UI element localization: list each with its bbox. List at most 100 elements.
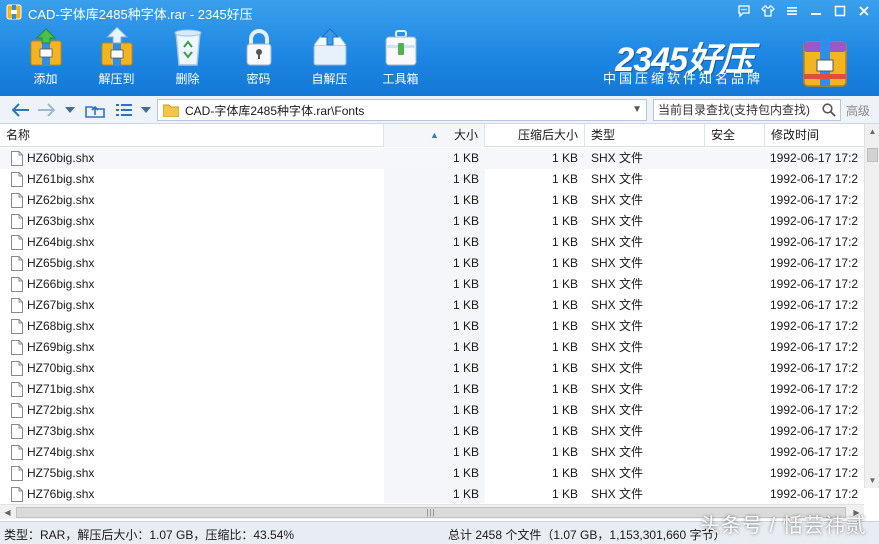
file-type: SHX 文件	[591, 151, 644, 165]
password-button[interactable]: 密码	[223, 26, 294, 90]
file-modified: 1992-06-17 17:2	[770, 361, 859, 375]
brand-logo-icon	[803, 38, 847, 87]
back-arrow-icon[interactable]	[10, 100, 32, 120]
file-modified: 1992-06-17 17:2	[770, 319, 859, 333]
file-row[interactable]: HZ70big.shx 1 KB 1 KB SHX 文件 1992-06-17 17:2	[0, 358, 864, 379]
file-name: HZ75big.shx	[27, 466, 95, 480]
file-row[interactable]: HZ62big.shx 1 KB 1 KB SHX 文件 1992-06-17 17:2	[0, 190, 864, 211]
file-row[interactable]: HZ76big.shx 1 KB 1 KB SHX 文件 1992-06-17 17:2	[0, 484, 864, 503]
view-list-icon[interactable]	[114, 100, 134, 120]
up-folder-icon[interactable]	[84, 100, 106, 120]
extract-to-button[interactable]: 解压到	[81, 26, 152, 90]
search-input[interactable]	[658, 103, 818, 117]
file-row[interactable]: HZ73big.shx 1 KB 1 KB SHX 文件 1992-06-17 17:2	[0, 421, 864, 442]
minimize-icon[interactable]	[807, 2, 825, 20]
file-row[interactable]: HZ66big.shx 1 KB 1 KB SHX 文件 1992-06-17 17:2	[0, 274, 864, 295]
column-compressed-label: 压缩后大小	[517, 128, 578, 142]
password-button-label: 密码	[246, 72, 271, 86]
file-modified: 1992-06-17 17:2	[770, 151, 859, 165]
address-bar: CAD-字体库2485种字体.rar\Fonts ▼ 高级	[0, 96, 879, 124]
scroll-left-icon[interactable]: ◀	[0, 505, 15, 520]
archive-info: 类型：RAR，解压后大小：1.07 GB，压缩比：43.54%	[4, 528, 295, 542]
watermark: 头条号 / 恬芸祎贰	[700, 515, 867, 537]
file-security	[711, 421, 763, 442]
file-row[interactable]: HZ67big.shx 1 KB 1 KB SHX 文件 1992-06-17 17:2	[0, 295, 864, 316]
file-type: SHX 文件	[591, 256, 644, 270]
sort-ascending-icon: ▲	[430, 130, 439, 140]
forward-arrow-icon[interactable]	[36, 100, 56, 120]
menu-icon[interactable]	[783, 2, 801, 20]
skin-icon[interactable]	[759, 2, 777, 20]
file-row[interactable]: HZ69big.shx 1 KB 1 KB SHX 文件 1992-06-17 17:2	[0, 337, 864, 358]
toolbox-icon	[379, 26, 423, 68]
file-row[interactable]: HZ74big.shx 1 KB 1 KB SHX 文件 1992-06-17 17:2	[0, 442, 864, 463]
file-row[interactable]: HZ75big.shx 1 KB 1 KB SHX 文件 1992-06-17 17:2	[0, 463, 864, 484]
file-size: 1 KB	[452, 214, 479, 228]
search-icon[interactable]	[822, 103, 836, 120]
file-compressed-size: 1 KB	[551, 277, 578, 291]
column-header-security[interactable]: 安全	[705, 124, 765, 147]
file-security	[711, 337, 763, 358]
add-button[interactable]: 添加	[10, 26, 81, 90]
column-header-compressed[interactable]: 压缩后大小	[485, 124, 585, 147]
file-modified: 1992-06-17 17:2	[770, 172, 859, 186]
column-header-modified[interactable]: 修改时间	[765, 124, 864, 147]
vertical-scrollbar[interactable]: ▲ ▼	[864, 124, 879, 488]
list-header: 名称 ▲ 大小 压缩后大小 类型 安全 修改时间	[0, 124, 864, 147]
file-size: 1 KB	[452, 277, 479, 291]
maximize-icon[interactable]	[831, 2, 849, 20]
file-modified: 1992-06-17 17:2	[770, 382, 859, 396]
file-icon	[11, 193, 23, 208]
file-name: HZ71big.shx	[27, 382, 95, 396]
scroll-down-icon[interactable]: ▼	[865, 473, 879, 488]
file-name: HZ74big.shx	[27, 445, 95, 459]
file-security	[711, 463, 763, 484]
feedback-icon[interactable]	[735, 2, 753, 20]
scroll-up-icon[interactable]: ▲	[865, 124, 879, 139]
search-field[interactable]	[653, 99, 841, 121]
column-header-size[interactable]: ▲ 大小	[384, 124, 485, 147]
file-name: HZ76big.shx	[27, 487, 95, 501]
file-modified: 1992-06-17 17:2	[770, 340, 859, 354]
file-name: HZ73big.shx	[27, 424, 95, 438]
file-row[interactable]: HZ71big.shx 1 KB 1 KB SHX 文件 1992-06-17 17:2	[0, 379, 864, 400]
file-row[interactable]: HZ63big.shx 1 KB 1 KB SHX 文件 1992-06-17 17:2	[0, 211, 864, 232]
path-dropdown-icon[interactable]: ▼	[632, 104, 642, 115]
self-extract-button[interactable]: 自解压	[294, 26, 365, 90]
file-compressed-size: 1 KB	[551, 424, 578, 438]
file-name: HZ62big.shx	[27, 193, 95, 207]
file-compressed-size: 1 KB	[551, 172, 578, 186]
file-modified: 1992-06-17 17:2	[770, 277, 859, 291]
file-size: 1 KB	[452, 424, 479, 438]
file-name: HZ72big.shx	[27, 403, 95, 417]
file-row[interactable]: HZ68big.shx 1 KB 1 KB SHX 文件 1992-06-17 17:2	[0, 316, 864, 337]
file-row[interactable]: HZ61big.shx 1 KB 1 KB SHX 文件 1992-06-17 17:2	[0, 169, 864, 190]
file-compressed-size: 1 KB	[551, 235, 578, 249]
file-type: SHX 文件	[591, 193, 644, 207]
column-header-name[interactable]: 名称	[0, 124, 384, 147]
history-dropdown-icon[interactable]	[62, 100, 78, 120]
file-icon	[11, 487, 23, 502]
toolbox-button[interactable]: 工具箱	[365, 26, 436, 90]
file-row[interactable]: HZ64big.shx 1 KB 1 KB SHX 文件 1992-06-17 17:2	[0, 232, 864, 253]
close-icon[interactable]	[855, 2, 873, 20]
column-header-type[interactable]: 类型	[585, 124, 705, 147]
view-dropdown-icon[interactable]	[138, 100, 154, 120]
file-row[interactable]: HZ65big.shx 1 KB 1 KB SHX 文件 1992-06-17 17:2	[0, 253, 864, 274]
app-header: CAD-字体库2485种字体.rar - 2345好压 添加 解压到 删除 密码…	[0, 0, 879, 96]
file-row[interactable]: HZ72big.shx 1 KB 1 KB SHX 文件 1992-06-17 17:2	[0, 400, 864, 421]
advanced-search-button[interactable]: 高级	[846, 102, 870, 119]
path-field[interactable]: CAD-字体库2485种字体.rar\Fonts ▼	[157, 99, 647, 121]
file-row[interactable]: HZ60big.shx 1 KB 1 KB SHX 文件 1992-06-17 17:2	[0, 148, 864, 169]
delete-button[interactable]: 删除	[152, 26, 223, 90]
lock-password-icon	[237, 26, 281, 68]
title-bar[interactable]: CAD-字体库2485种字体.rar - 2345好压	[0, 0, 879, 24]
file-name: HZ60big.shx	[27, 151, 95, 165]
file-icon	[11, 172, 23, 187]
file-type: SHX 文件	[591, 382, 644, 396]
file-size: 1 KB	[452, 466, 479, 480]
vertical-scroll-thumb[interactable]	[867, 148, 878, 162]
file-name: HZ70big.shx	[27, 361, 95, 375]
file-name: HZ63big.shx	[27, 214, 95, 228]
add-button-label: 添加	[33, 72, 58, 86]
